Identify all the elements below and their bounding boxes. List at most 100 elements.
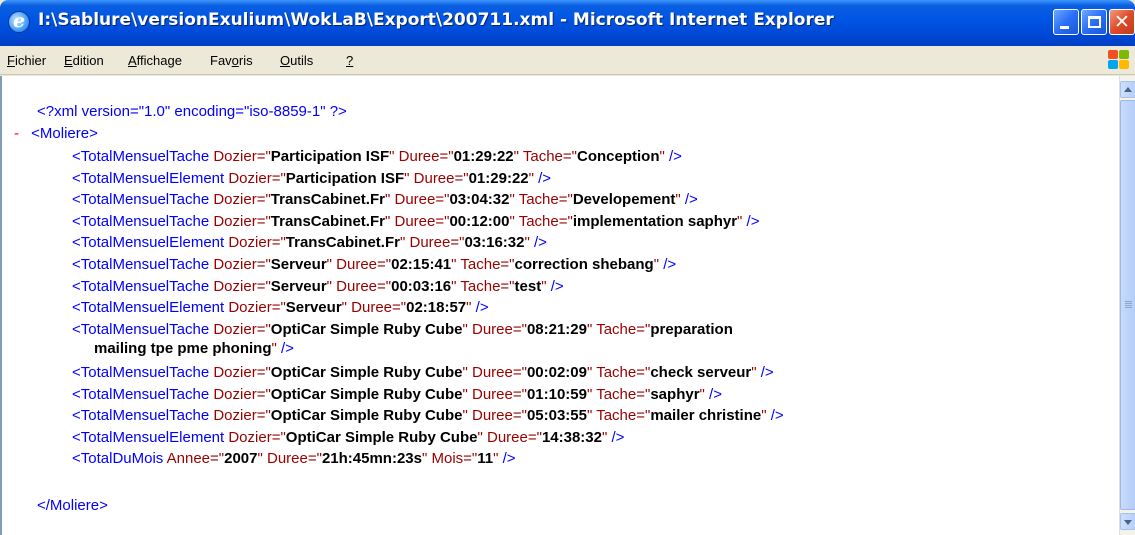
xml-attr-name: Dozier=" <box>213 364 271 381</box>
maximize-icon <box>1088 16 1101 28</box>
xml-attr-name: Duree=" <box>486 428 542 446</box>
xml-attr-value: OptiCar Simple Ruby Cube <box>285 428 478 446</box>
xml-attr-name: Duree=" <box>471 407 527 425</box>
xml-document-view[interactable]: <?xml version="1.0" encoding="iso-8859-1… <box>0 76 1119 535</box>
xml-attr-value: Serveur <box>270 277 327 295</box>
xml-attr-value: check serveur <box>650 364 752 381</box>
xml-attr-name: Dozier=" <box>213 212 271 230</box>
xml-element-line: <TotalMensuelElement Dozier="Participati… <box>72 169 551 188</box>
xml-attr-value: correction shebang <box>514 256 654 273</box>
xml-element-line: <TotalMensuelTache Dozier="Serveur" Dure… <box>72 277 564 296</box>
xml-attr-name: Duree=" <box>336 277 392 295</box>
xml-attr-value: 00:02:09 <box>526 364 587 381</box>
menu-favoris-label: Favoris <box>210 53 253 68</box>
xml-attr-quote: " <box>509 191 515 209</box>
xml-attr-name: Dozier=" <box>228 169 286 187</box>
scroll-up-button[interactable] <box>1120 81 1135 98</box>
xml-attr-value: mailing tpe pme phoning <box>94 339 272 357</box>
xml-attr-name: Duree=" <box>409 234 465 252</box>
xml-attr-value: 08:21:29 <box>526 320 587 338</box>
xml-attr-name: Duree=" <box>398 148 454 165</box>
xml-element-line: <TotalDuMois Annee="2007" Duree="21h:45m… <box>72 449 516 468</box>
xml-element-line: <TotalMensuelTache Dozier="OptiCar Simpl… <box>72 320 733 358</box>
grip-line <box>1125 307 1132 308</box>
xml-attr-name: Dozier=" <box>213 256 271 273</box>
xml-attr-name: Tache=" <box>596 385 651 403</box>
menu-affichage-label: Affichage <box>128 53 182 68</box>
xml-attr-value: OptiCar Simple Ruby Cube <box>270 364 463 381</box>
xml-attr-name: Dozier=" <box>228 299 286 317</box>
xml-attr-name: Tache=" <box>518 212 573 230</box>
root-close-tag: </Moliere> <box>37 497 108 514</box>
xml-attr-value: TransCabinet.Fr <box>270 212 385 230</box>
xml-tag-name: <TotalDuMois <box>72 450 164 468</box>
xml-attr-value: TransCabinet.Fr <box>270 191 385 209</box>
xml-attr-name: Duree=" <box>471 320 527 338</box>
grip-line <box>1125 303 1132 304</box>
title-bar[interactable]: I:\Sablure\versionExulium\WokLaB\Export\… <box>0 0 1135 46</box>
menu-outils[interactable]: Outils <box>280 53 313 68</box>
menu-favoris[interactable]: Favoris <box>210 53 253 68</box>
minimize-button[interactable] <box>1053 9 1079 35</box>
menu-fichier-label: Fichier <box>7 53 47 68</box>
scroll-thumb[interactable] <box>1120 100 1135 510</box>
menu-help-label: ? <box>346 53 354 68</box>
xml-declaration: <?xml version="1.0" encoding="iso-8859-1… <box>37 103 347 120</box>
xml-tag-close: /> <box>529 234 547 252</box>
xml-attr-value: 21h:45mn:23s <box>321 450 422 468</box>
xml-attr-value: Participation ISF <box>285 169 405 187</box>
xml-attr-quote: " <box>422 450 428 468</box>
xml-attr-name: Duree=" <box>471 385 527 403</box>
xml-tag-name: <TotalMensuelElement <box>72 234 225 252</box>
xml-attr-quote: " <box>451 256 457 273</box>
menu-affichage[interactable]: Affichage <box>128 53 182 68</box>
xml-tag-name: <TotalMensuelElement <box>72 428 225 446</box>
scroll-down-button[interactable] <box>1120 513 1135 530</box>
xml-attr-name: Dozier=" <box>213 320 271 338</box>
xml-attr-quote: " <box>326 277 332 295</box>
menu-help[interactable]: ? <box>346 53 353 68</box>
xml-attr-name: Tache=" <box>596 407 651 425</box>
xml-attr-value: preparation <box>650 320 733 338</box>
xml-attr-value: Developement <box>572 191 676 209</box>
xml-element-line: <TotalMensuelTache Dozier="Serveur" Dure… <box>72 255 676 274</box>
xml-tag-close: /> <box>498 450 516 468</box>
xml-tag-close: /> <box>742 212 760 230</box>
xml-attr-name: Duree=" <box>394 212 450 230</box>
close-button[interactable]: ✕ <box>1109 9 1135 35</box>
xml-tag-close: /> <box>546 277 564 295</box>
xml-attr-value: Serveur <box>285 299 342 317</box>
menu-edition[interactable]: Edition <box>64 53 104 68</box>
xml-tag-name: <TotalMensuelTache <box>72 277 210 295</box>
vertical-scrollbar[interactable] <box>1119 76 1135 535</box>
xml-attr-value: 01:10:59 <box>526 385 587 403</box>
xml-attr-name: Duree=" <box>394 191 450 209</box>
maximize-button[interactable] <box>1081 9 1107 35</box>
arrow-down-icon <box>1124 520 1132 525</box>
xml-attr-quote: " <box>586 407 593 425</box>
xml-attr-value: 11 <box>477 450 494 468</box>
menu-outils-label: Outils <box>280 53 314 68</box>
xml-attr-value: 14:38:32 <box>541 428 602 446</box>
grip-line <box>1125 301 1132 302</box>
xml-attr-name: Dozier=" <box>213 407 271 425</box>
xml-element-line: <TotalMensuelElement Dozier="Serveur" Du… <box>72 298 489 317</box>
xml-attr-value: OptiCar Simple Ruby Cube <box>270 320 463 338</box>
xml-attr-name: Duree=" <box>336 256 392 273</box>
collapse-toggle[interactable]: - <box>14 125 19 142</box>
menu-fichier[interactable]: Fichier <box>7 53 46 68</box>
xml-attr-value: 2007 <box>224 450 258 468</box>
xml-element-line: <TotalMensuelElement Dozier="TransCabine… <box>72 233 547 252</box>
xml-element-line: <TotalMensuelTache Dozier="OptiCar Simpl… <box>72 363 774 382</box>
internet-explorer-icon[interactable] <box>8 10 30 33</box>
xml-attr-quote: " <box>462 385 468 403</box>
xml-attr-quote: " <box>462 364 468 381</box>
arrow-up-icon <box>1124 87 1132 92</box>
xml-attr-value: TransCabinet.Fr <box>285 234 400 252</box>
xml-element-line: <TotalMensuelTache Dozier="TransCabinet.… <box>72 212 759 231</box>
xml-attr-name: Tache=" <box>460 256 515 273</box>
xml-tag-close: /> <box>766 407 784 425</box>
close-icon: ✕ <box>1114 11 1130 33</box>
xml-attr-value: 01:29:22 <box>468 169 529 187</box>
xml-attr-quote: " <box>462 407 468 425</box>
